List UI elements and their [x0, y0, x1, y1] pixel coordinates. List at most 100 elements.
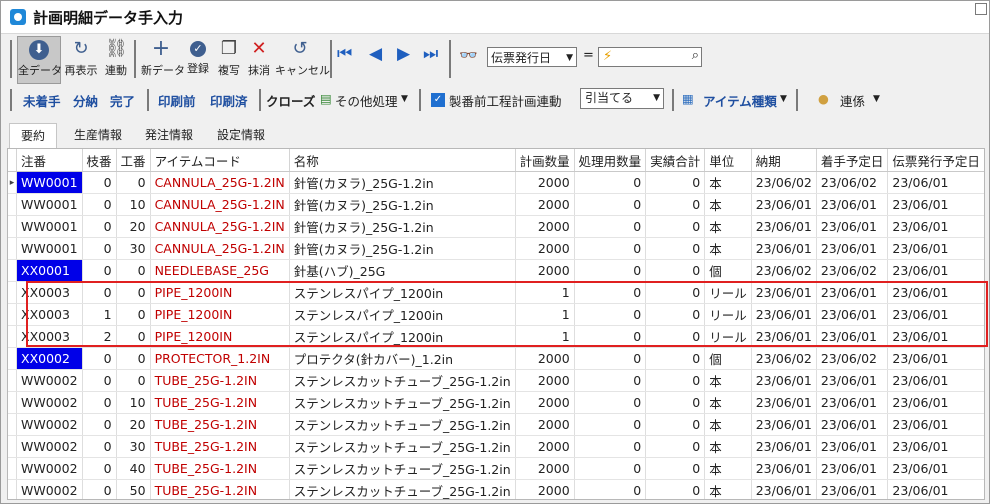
table-cell[interactable]: 0 [116, 171, 151, 194]
table-cell[interactable]: 0 [645, 171, 706, 194]
table-cell[interactable]: 本 [704, 237, 752, 260]
table-cell[interactable]: 0 [574, 237, 647, 260]
search-input[interactable]: ⚡ ⌕ [598, 47, 702, 67]
table-cell[interactable] [984, 458, 985, 480]
refresh-button[interactable]: ↻ 再表示 [61, 36, 101, 82]
table-row[interactable]: XX0003 1 0 PIPE_1200IN ステンレスパイプ_1200in 1 0 0 リール… [8, 303, 985, 326]
table-cell[interactable]: 23/06/01 [816, 457, 889, 480]
table-cell[interactable]: 2000 [515, 479, 575, 499]
table-cell[interactable]: WW0001 [16, 215, 83, 238]
table-cell[interactable]: 23/06/02 [751, 259, 817, 282]
search-icon[interactable]: ⌕ [692, 48, 699, 63]
table-cell[interactable]: 0 [82, 413, 117, 436]
table-cell[interactable]: WW0002 [16, 369, 83, 392]
table-cell[interactable]: 23/06/01 [887, 435, 984, 458]
table-cell[interactable]: 針管(カヌラ)_25G-1.2in [289, 171, 516, 194]
table-cell[interactable]: 2 [82, 325, 117, 348]
table-cell[interactable]: PIPE_1200IN [150, 303, 290, 326]
table-cell[interactable]: 1 [82, 303, 117, 326]
table-cell[interactable]: 個 [704, 259, 752, 282]
tab-settings[interactable]: 設定情報 [211, 123, 271, 147]
table-row[interactable]: WW0002 0 50 TUBE_25G-1.2IN ステンレスカットチューブ_25G-… [8, 479, 984, 499]
table-cell[interactable] [984, 238, 985, 260]
table-cell[interactable]: 2000 [515, 259, 575, 282]
chevron-down-icon[interactable]: ▼ [401, 94, 408, 104]
table-cell[interactable]: 本 [704, 391, 752, 414]
unstarted-button[interactable]: 未着手 [23, 91, 61, 110]
table-cell[interactable]: 50 [116, 479, 151, 499]
table-cell[interactable]: 0 [574, 479, 647, 499]
column-header[interactable]: 処理用数量 [574, 149, 647, 172]
table-cell[interactable] [984, 260, 985, 282]
copy-button[interactable]: ❐ 複写 [215, 36, 243, 82]
register-button[interactable]: ✓ 登録 [184, 36, 212, 82]
table-cell[interactable]: プロテクタ(針カバー)_1.2in [289, 347, 516, 370]
window-control-icon[interactable] [975, 3, 987, 15]
table-cell[interactable]: 0 [645, 391, 706, 414]
table-cell[interactable]: PROTECTOR_1.2IN [150, 347, 290, 370]
table-cell[interactable]: XX0002 [16, 347, 83, 370]
column-header[interactable]: アイテムコード [150, 149, 290, 172]
table-cell[interactable]: 2000 [515, 457, 575, 480]
table-cell[interactable]: 本 [704, 413, 752, 436]
table-cell[interactable]: 23/06/01 [816, 479, 889, 499]
table-cell[interactable]: 23/06/01 [816, 325, 889, 348]
table-cell[interactable]: 1 [515, 325, 575, 348]
last-record-icon[interactable]: ⏭ [423, 44, 438, 64]
table-cell[interactable]: 20 [116, 413, 151, 436]
table-cell[interactable]: 0 [82, 237, 117, 260]
table-cell[interactable]: 個 [704, 347, 752, 370]
table-cell[interactable]: 0 [82, 369, 117, 392]
table-cell[interactable]: 0 [116, 325, 151, 348]
relation-menu[interactable]: 連係 [840, 91, 865, 110]
table-cell[interactable]: 23/06/01 [751, 325, 817, 348]
tab-order[interactable]: 発注情報 [139, 123, 199, 147]
table-cell[interactable]: 2000 [515, 171, 575, 194]
table-cell[interactable] [984, 304, 985, 326]
table-cell[interactable]: 23/06/01 [751, 281, 817, 304]
table-cell[interactable]: 10 [116, 391, 151, 414]
other-processing-menu[interactable]: その他処理 [335, 91, 398, 110]
table-cell[interactable]: 10 [116, 193, 151, 216]
table-cell[interactable]: XX0003 [16, 281, 83, 304]
table-row[interactable]: XX0003 2 0 PIPE_1200IN ステンレスパイプ_1200in 1 0 0 リール… [8, 325, 984, 348]
table-cell[interactable]: CANNULA_25G-1.2IN [150, 193, 290, 216]
table-cell[interactable]: ステンレスパイプ_1200in [289, 281, 516, 304]
table-row[interactable]: WW0002 0 30 TUBE_25G-1.2IN ステンレスカットチューブ_25G-… [8, 435, 985, 458]
table-cell[interactable]: 針管(カヌラ)_25G-1.2in [289, 193, 516, 216]
table-cell[interactable]: WW0002 [16, 413, 83, 436]
table-cell[interactable]: 0 [574, 347, 647, 370]
table-cell[interactable]: 0 [82, 479, 117, 499]
table-cell[interactable]: 23/06/01 [887, 457, 984, 480]
table-cell[interactable]: 23/06/01 [887, 171, 984, 194]
table-cell[interactable]: CANNULA_25G-1.2IN [150, 215, 290, 238]
cancel-button[interactable]: ↺ キャンセル [275, 36, 330, 82]
table-cell[interactable]: 0 [82, 215, 117, 238]
table-cell[interactable]: 2000 [515, 413, 575, 436]
table-cell[interactable]: 0 [574, 193, 647, 216]
table-cell[interactable]: 23/06/02 [816, 259, 889, 282]
table-cell[interactable]: 2000 [515, 391, 575, 414]
table-cell[interactable] [984, 436, 985, 458]
delete-button[interactable]: ✕ 抹消 [245, 36, 273, 82]
before-print-button[interactable]: 印刷前 [158, 91, 196, 110]
table-cell[interactable]: 本 [704, 435, 752, 458]
row-header[interactable] [8, 347, 17, 370]
table-cell[interactable]: 23/06/01 [887, 281, 984, 304]
row-header[interactable] [8, 413, 17, 436]
table-row[interactable]: WW0002 0 10 TUBE_25G-1.2IN ステンレスカットチューブ_25G-… [8, 391, 984, 414]
table-cell[interactable]: 23/06/01 [887, 325, 984, 348]
table-cell[interactable]: XX0003 [16, 325, 83, 348]
table-cell[interactable]: WW0001 [16, 193, 83, 216]
table-row[interactable]: WW0002 0 0 TUBE_25G-1.2IN ステンレスカットチューブ_25G-1… [8, 369, 985, 392]
table-cell[interactable]: 23/06/02 [751, 347, 817, 370]
row-header[interactable] [8, 237, 17, 260]
table-cell[interactable]: 23/06/01 [887, 391, 984, 414]
table-cell[interactable]: 0 [574, 435, 647, 458]
table-cell[interactable]: 0 [82, 281, 117, 304]
row-header[interactable] [8, 391, 17, 414]
table-cell[interactable] [984, 370, 985, 392]
assign-select[interactable]: 引当てる ▼ [580, 88, 664, 109]
column-header[interactable]: 工番 [116, 149, 151, 172]
table-cell[interactable]: WW0002 [16, 435, 83, 458]
